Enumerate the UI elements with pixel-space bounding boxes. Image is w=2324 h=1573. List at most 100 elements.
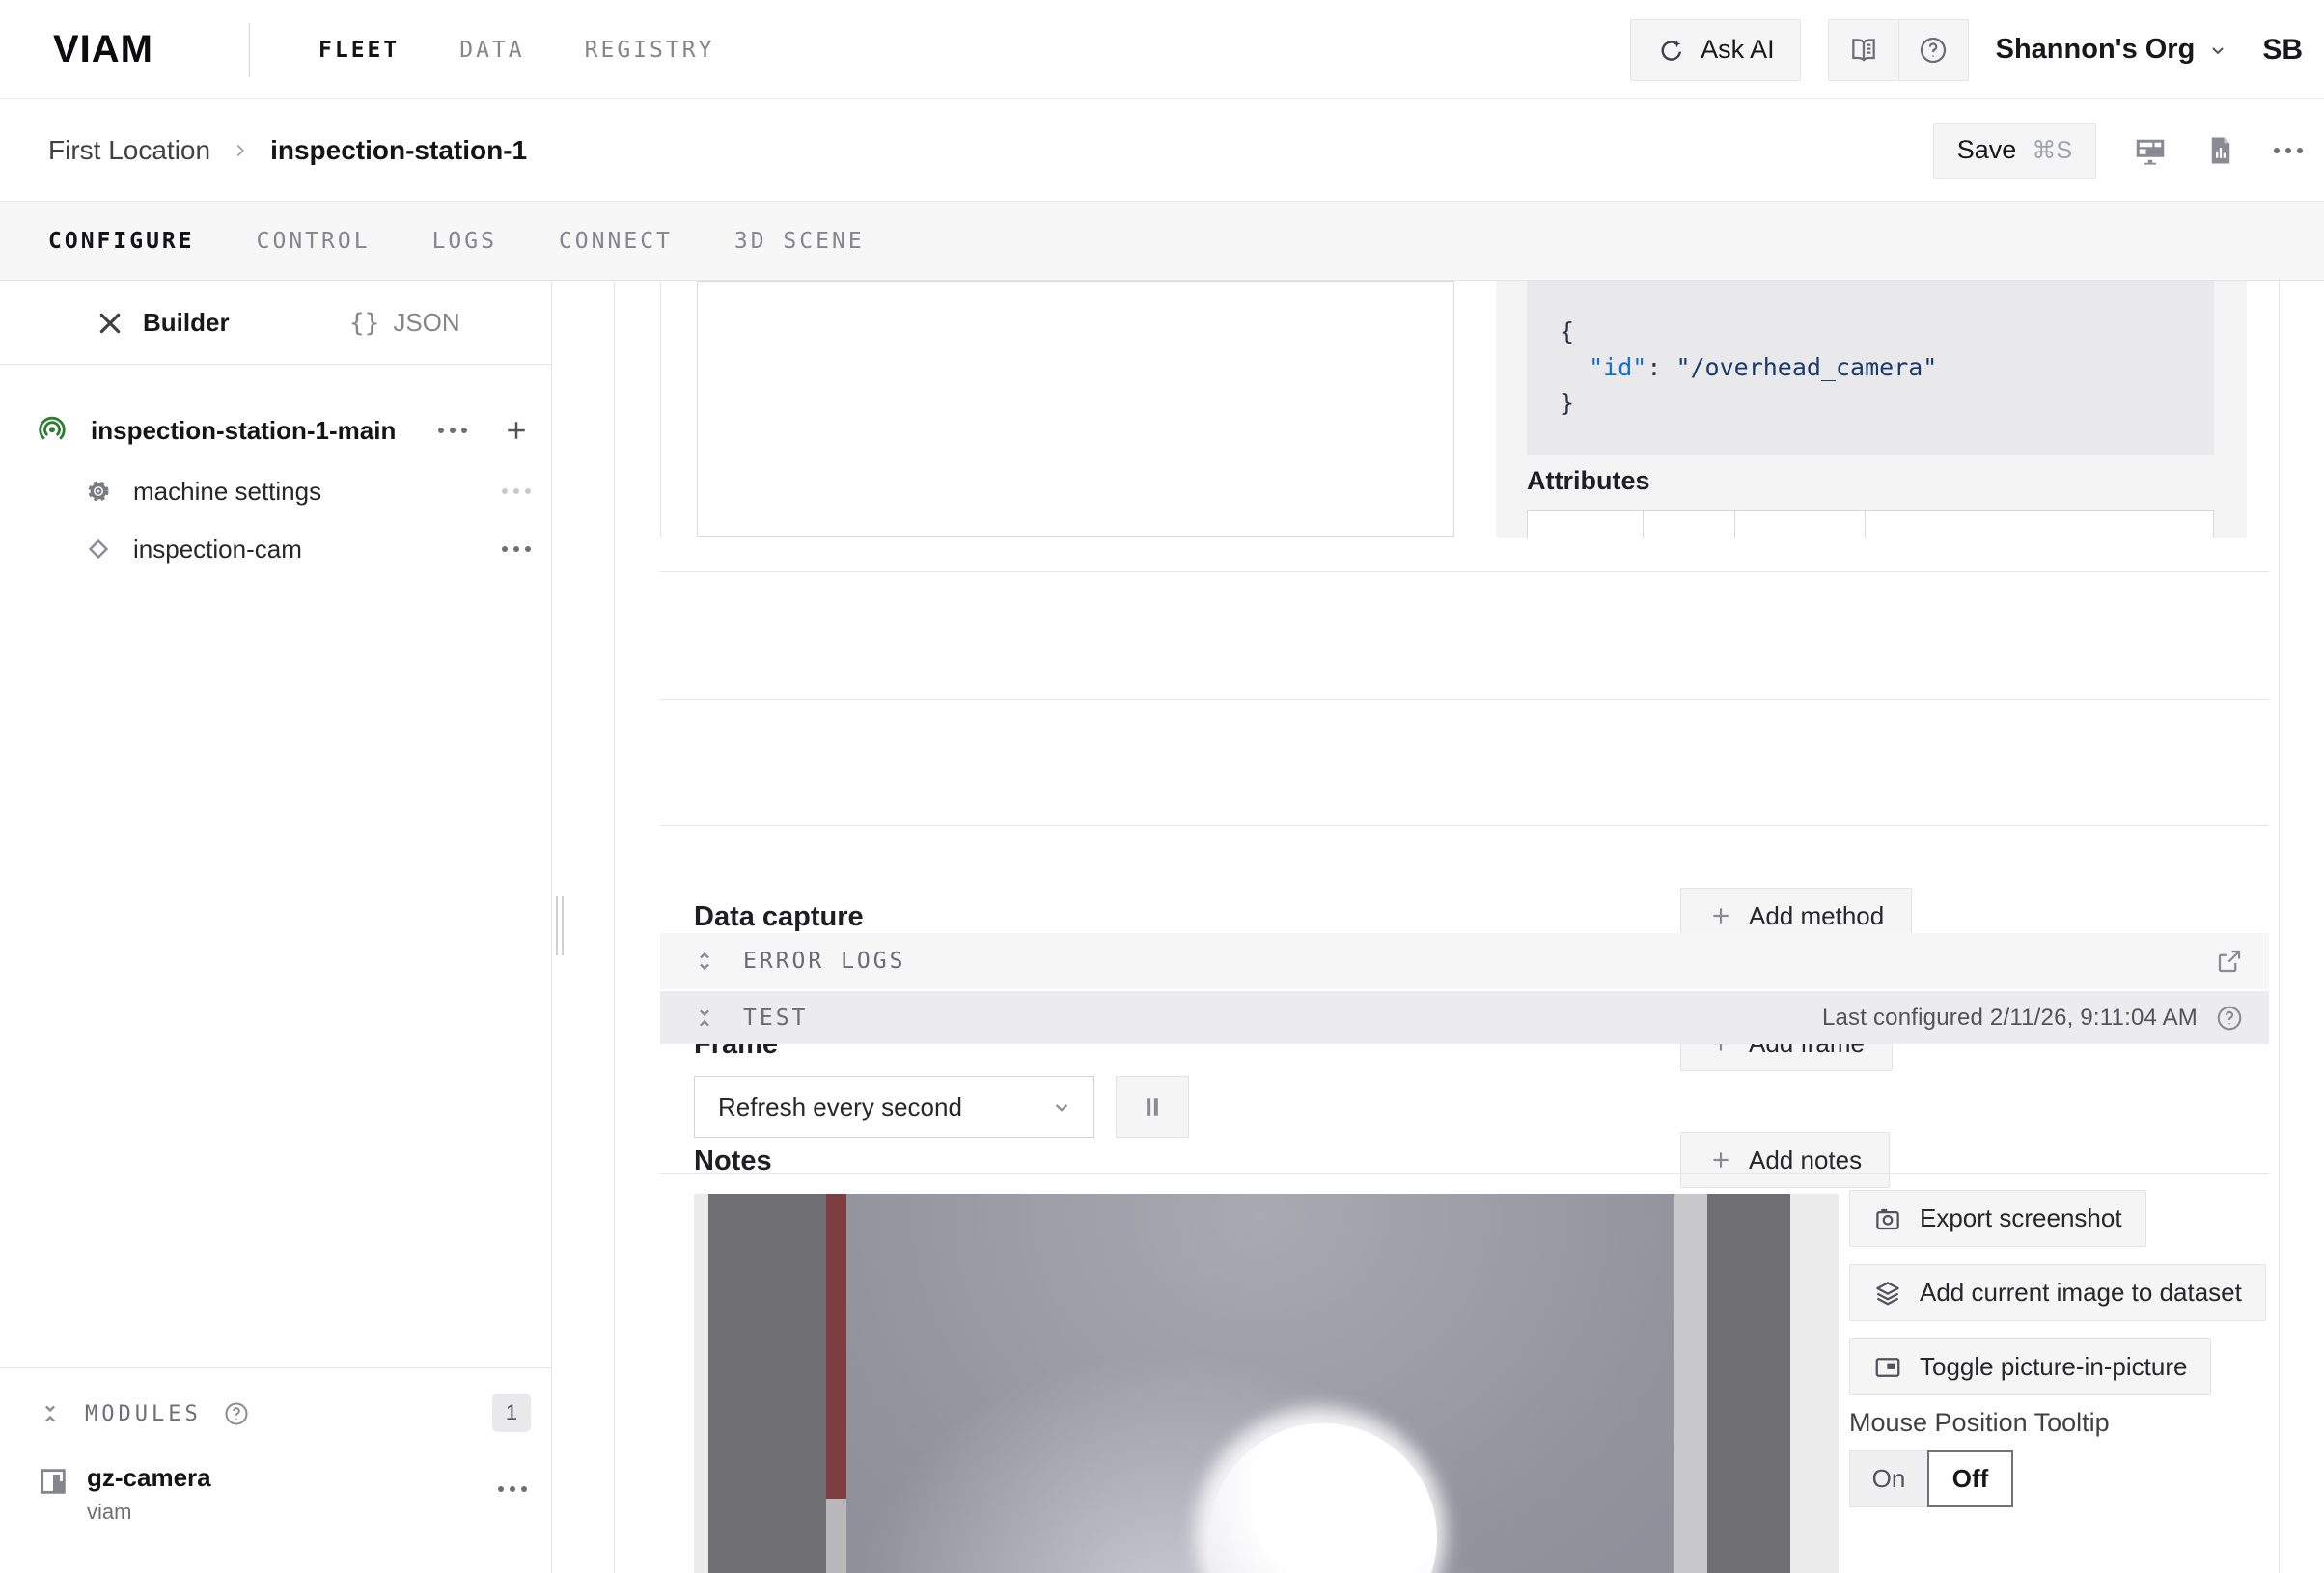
tooltip-on-button[interactable]: On bbox=[1849, 1450, 1928, 1507]
expand-icon bbox=[691, 948, 718, 975]
machine-monitor-icon[interactable] bbox=[2133, 133, 2168, 168]
mouse-tooltip-toggle: On Off bbox=[1849, 1450, 2013, 1507]
breadcrumb-location[interactable]: First Location bbox=[48, 135, 210, 166]
save-shortcut: ⌘S bbox=[2032, 136, 2072, 165]
add-to-dataset-label: Add current image to dataset bbox=[1920, 1278, 2242, 1308]
refresh-rate-value: Refresh every second bbox=[718, 1092, 962, 1122]
cam-red-stripe-base bbox=[826, 1499, 846, 1573]
resource-preview-box bbox=[697, 281, 1454, 537]
add-component-button[interactable] bbox=[502, 416, 531, 445]
org-name: Shannon's Org bbox=[1996, 34, 2196, 66]
camera-feed-image bbox=[694, 1194, 1839, 1573]
config-main: { "id": "/overhead_camera" } Attributes … bbox=[614, 281, 2280, 1573]
nav-item-registry[interactable]: REGISTRY bbox=[585, 38, 715, 63]
cam-wall-left bbox=[708, 1194, 826, 1573]
braces-icon: {} bbox=[349, 309, 379, 338]
test-help-icon[interactable] bbox=[2215, 1004, 2244, 1033]
chevron-down-icon bbox=[1049, 1094, 1074, 1119]
help-icon-group bbox=[1828, 19, 1969, 81]
tree-row-main-part[interactable]: inspection-station-1-main bbox=[0, 402, 552, 458]
help-question-icon[interactable] bbox=[1898, 20, 1968, 80]
export-screenshot-button[interactable]: Export screenshot bbox=[1849, 1190, 2146, 1247]
error-logs-bar[interactable]: ERROR LOGS bbox=[660, 933, 2269, 989]
tooltip-off-button[interactable]: Off bbox=[1927, 1450, 2013, 1507]
save-label: Save bbox=[1957, 135, 2017, 165]
machine-more-menu[interactable] bbox=[2274, 148, 2303, 153]
add-notes-button[interactable]: Add notes bbox=[1680, 1132, 1890, 1188]
layers-icon bbox=[1873, 1279, 1902, 1308]
plus-icon bbox=[1708, 903, 1733, 928]
pause-refresh-button[interactable] bbox=[1116, 1076, 1189, 1138]
nav-right-cluster: Ask AI Shannon's Or bbox=[1630, 0, 2303, 99]
breadcrumb-separator-icon bbox=[230, 140, 251, 161]
refresh-rate-select[interactable]: Refresh every second bbox=[694, 1076, 1094, 1138]
viam-logo[interactable]: VIAM bbox=[53, 0, 153, 99]
org-switcher[interactable]: Shannon's Org bbox=[1996, 34, 2230, 66]
tree-row-inspection-cam[interactable]: inspection-cam bbox=[0, 521, 552, 577]
test-label: TEST bbox=[743, 1006, 808, 1031]
cam-edge bbox=[1790, 1194, 1839, 1573]
mouse-tooltip-label: Mouse Position Tooltip bbox=[1849, 1408, 2110, 1438]
avatar[interactable]: SB bbox=[2262, 34, 2303, 67]
ai-sparkle-icon bbox=[1656, 35, 1687, 66]
tab-control[interactable]: CONTROL bbox=[257, 229, 371, 254]
component-diamond-icon bbox=[83, 534, 114, 565]
sidebar-resize-handle[interactable] bbox=[556, 896, 566, 955]
module-more-menu[interactable] bbox=[498, 1486, 527, 1492]
tools-icon bbox=[95, 308, 125, 339]
attributes-col bbox=[1866, 511, 2213, 538]
gear-icon bbox=[83, 476, 114, 507]
configure-body: Builder {} JSON inspection-station-1-mai… bbox=[0, 281, 2324, 1573]
attributes-col bbox=[1735, 511, 1866, 538]
section-divider bbox=[660, 1173, 2269, 1174]
modules-help-icon[interactable] bbox=[223, 1400, 250, 1427]
pause-icon bbox=[1139, 1093, 1166, 1120]
add-method-label: Add method bbox=[1749, 901, 1884, 931]
tab-connect[interactable]: CONNECT bbox=[559, 229, 673, 254]
toggle-pip-button[interactable]: Toggle picture-in-picture bbox=[1849, 1338, 2211, 1395]
error-logs-label: ERROR LOGS bbox=[743, 949, 905, 974]
docs-book-icon[interactable] bbox=[1829, 20, 1898, 80]
ask-ai-button[interactable]: Ask AI bbox=[1630, 19, 1801, 81]
modules-header: MODULES 1 bbox=[37, 1390, 531, 1438]
cam-room bbox=[846, 1194, 1674, 1573]
export-screenshot-label: Export screenshot bbox=[1920, 1203, 2122, 1233]
nav-item-data[interactable]: DATA bbox=[459, 38, 524, 63]
attributes-panel: { "id": "/overhead_camera" } Attributes bbox=[1496, 281, 2247, 538]
machine-tabbar: CONFIGURE CONTROL LOGS CONNECT 3D SCENE bbox=[0, 201, 2324, 281]
view-toggle: Builder {} JSON bbox=[0, 281, 552, 365]
json-toggle[interactable]: {} JSON bbox=[349, 281, 460, 365]
tab-3d-scene[interactable]: 3D SCENE bbox=[734, 229, 865, 254]
modules-count-badge: 1 bbox=[492, 1394, 531, 1432]
test-bar[interactable]: TEST Last configured 2/11/26, 9:11:04 AM bbox=[660, 991, 2269, 1044]
camera-icon bbox=[1873, 1204, 1902, 1233]
save-button[interactable]: Save ⌘S bbox=[1933, 123, 2096, 179]
nav-item-fleet[interactable]: FLEET bbox=[318, 38, 400, 63]
collapse-icon bbox=[691, 1005, 718, 1032]
attributes-col bbox=[1644, 511, 1735, 538]
collapse-icon[interactable] bbox=[37, 1400, 64, 1427]
open-external-icon[interactable] bbox=[2215, 947, 2244, 976]
machine-report-icon[interactable] bbox=[2204, 134, 2237, 167]
nav-divider bbox=[249, 23, 250, 77]
data-capture-title: Data capture bbox=[694, 901, 864, 933]
cam-edge bbox=[694, 1194, 708, 1573]
inspection-cam-more-menu[interactable] bbox=[502, 546, 531, 552]
section-divider bbox=[660, 571, 2269, 572]
cam-red-stripe bbox=[826, 1194, 846, 1499]
add-to-dataset-button[interactable]: Add current image to dataset bbox=[1849, 1264, 2266, 1321]
machine-settings-more-menu[interactable] bbox=[502, 488, 531, 494]
tree-row-machine-settings[interactable]: machine settings bbox=[0, 463, 552, 519]
picture-in-picture-icon bbox=[1873, 1353, 1902, 1382]
module-row-gz-camera[interactable]: gz-camera viam bbox=[37, 1461, 531, 1548]
builder-toggle[interactable]: Builder bbox=[95, 281, 230, 365]
module-name: gz-camera bbox=[87, 1463, 211, 1493]
main-part-more-menu[interactable] bbox=[438, 428, 467, 433]
json-key: "id" bbox=[1589, 353, 1646, 381]
tab-configure[interactable]: CONFIGURE bbox=[48, 229, 195, 254]
machine-actions: Save ⌘S bbox=[1933, 99, 2303, 201]
chevron-down-icon bbox=[2206, 39, 2229, 62]
json-value: "/overhead_camera" bbox=[1675, 353, 1937, 381]
resource-card-bottom: { "id": "/overhead_camera" } Attributes bbox=[660, 281, 2269, 538]
tab-logs[interactable]: LOGS bbox=[432, 229, 497, 254]
